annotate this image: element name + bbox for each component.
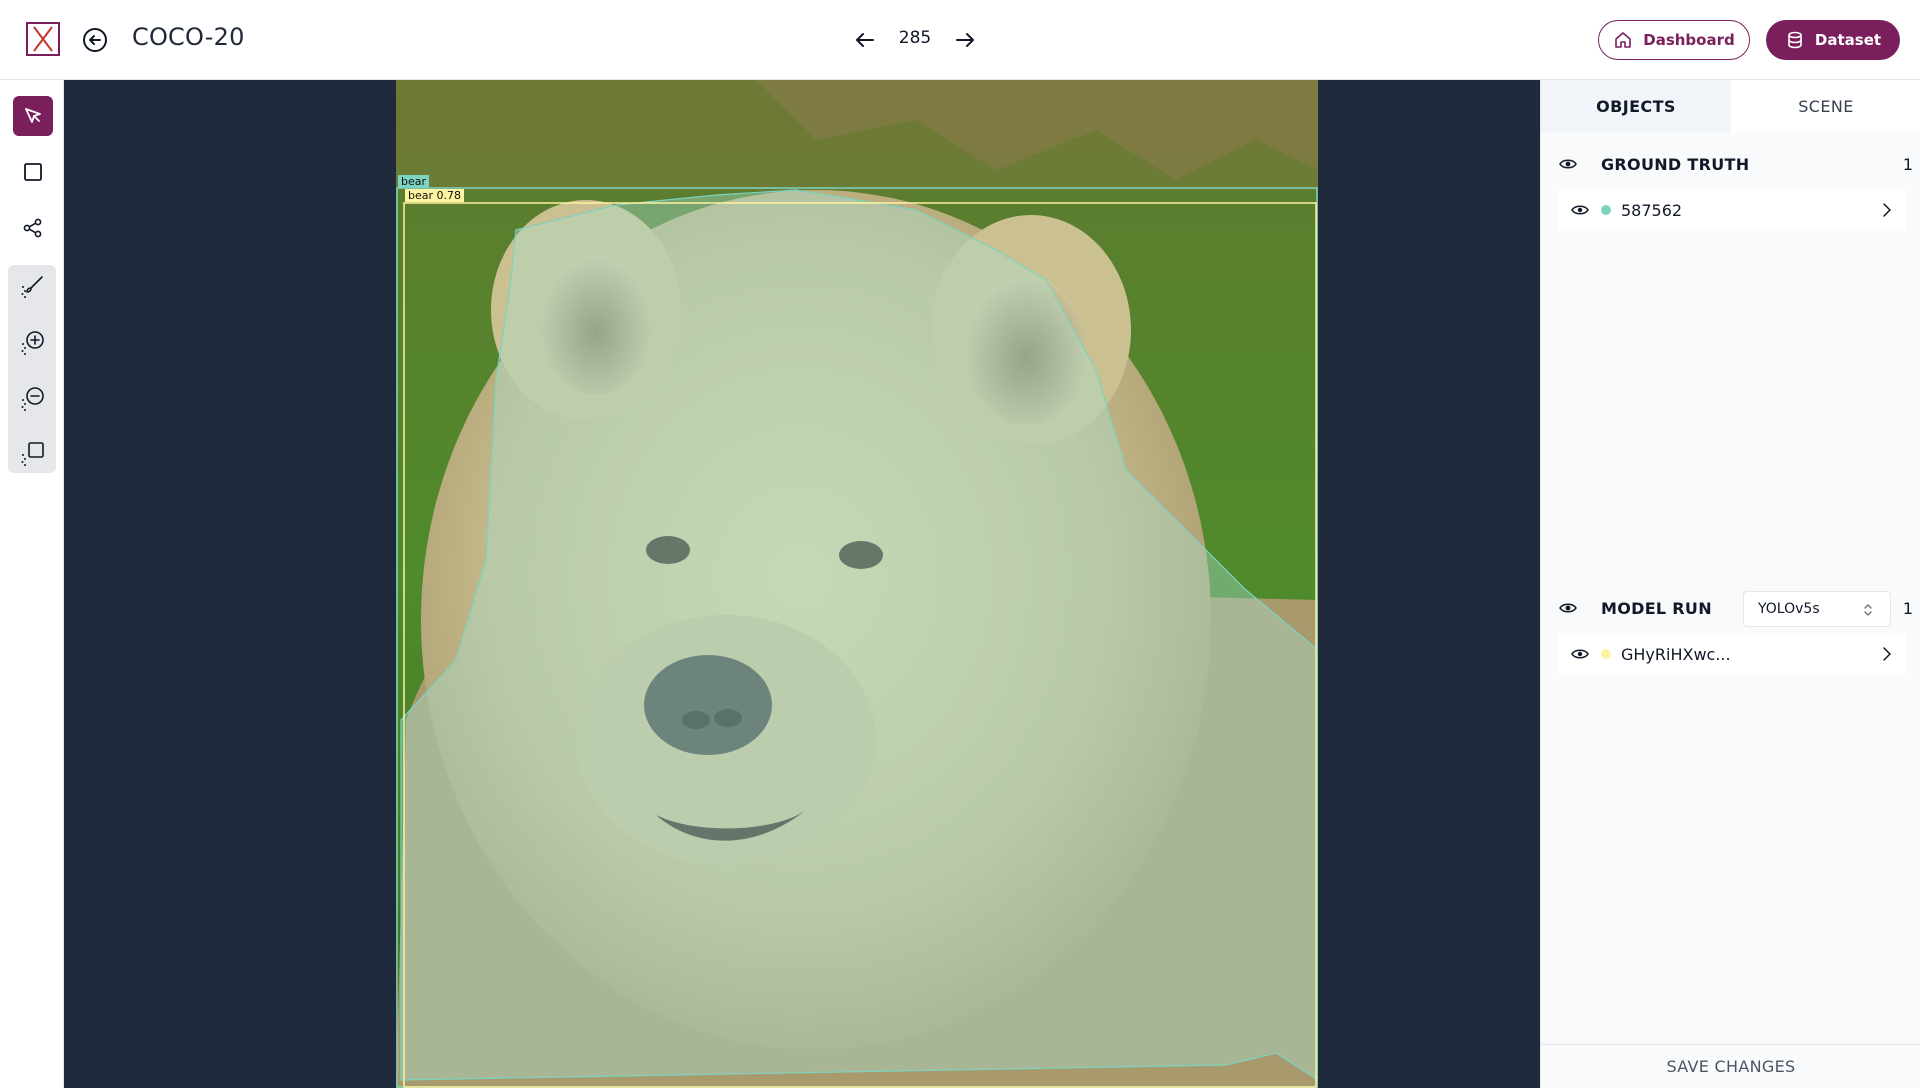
object-id-label: 587562 [1621, 201, 1683, 220]
object-id-label: GHyRiHXwc... [1621, 645, 1731, 664]
ground-truth-visibility-eye-icon[interactable] [1559, 156, 1577, 172]
object-color-dot [1601, 205, 1611, 215]
cursor-arrow-icon [25, 108, 41, 123]
model-run-visibility-eye-icon[interactable] [1559, 600, 1577, 616]
bbox-tool-button[interactable] [13, 152, 53, 192]
tab-scene[interactable]: SCENE [1731, 80, 1920, 132]
model-run-title: MODEL RUN [1601, 599, 1712, 618]
chevron-right-icon [1883, 203, 1891, 217]
ground-truth-count: 1 [1902, 155, 1913, 174]
annotation-canvas[interactable]: bear bear 0.78 [64, 80, 1540, 1088]
model-run-count: 1 [1902, 599, 1913, 618]
next-image-arrow-icon[interactable] [952, 27, 978, 53]
pointer-tool-button[interactable] [13, 96, 53, 136]
dataset-title: COCO-20 [132, 23, 245, 51]
image-viewport[interactable]: bear bear 0.78 [396, 80, 1318, 1088]
object-color-dot [1601, 649, 1611, 659]
brush-tool-button[interactable] [13, 267, 53, 307]
ground-truth-bbox-label: bear [398, 175, 430, 188]
object-visibility-eye-icon[interactable] [1571, 203, 1589, 217]
chevron-up-down-icon [1864, 604, 1872, 616]
share-nodes-icon [23, 218, 42, 238]
database-icon [1788, 31, 1802, 49]
panel-tabs: OBJECTS SCENE [1541, 80, 1920, 132]
model-run-section: MODEL RUN YOLOv5s 1 [1541, 588, 1920, 628]
dashboard-button[interactable]: Dashboard [1598, 20, 1750, 60]
model-run-object-row[interactable]: GHyRiHXwc... [1557, 633, 1907, 675]
square-icon [24, 163, 42, 181]
magic-brush-icon [21, 276, 43, 298]
model-select-value: YOLOv5s [1758, 601, 1820, 617]
tab-objects[interactable]: OBJECTS [1541, 80, 1731, 132]
remove-region-tool-button[interactable] [13, 378, 53, 418]
chevron-right-icon [1883, 647, 1891, 661]
dataset-button-label: Dataset [1814, 31, 1882, 49]
app-logo-icon[interactable] [26, 22, 60, 56]
ground-truth-title: GROUND TRUTH [1601, 155, 1750, 174]
save-changes-button[interactable]: SAVE CHANGES [1541, 1044, 1920, 1088]
annotation-toolbar [0, 80, 64, 1088]
home-icon [1615, 32, 1632, 48]
top-bar: COCO-20 285 Dashboard Dataset [0, 0, 1920, 80]
add-region-tool-button[interactable] [13, 322, 53, 362]
objects-panel: OBJECTS SCENE GROUND TRUTH 1 587562 MODE… [1540, 80, 1920, 1088]
back-circle-icon[interactable] [82, 27, 108, 53]
ground-truth-section: GROUND TRUTH 1 [1541, 144, 1920, 184]
dataset-button[interactable]: Dataset [1766, 20, 1900, 60]
magic-box-tool-button[interactable] [13, 433, 53, 473]
object-visibility-eye-icon[interactable] [1571, 647, 1589, 661]
image-index: 285 [898, 28, 932, 48]
ground-truth-object-row[interactable]: 587562 [1557, 189, 1907, 231]
bear-photo [396, 80, 1318, 1088]
magic-plus-icon [21, 331, 44, 355]
model-select[interactable]: YOLOv5s [1743, 591, 1891, 627]
magic-square-icon [21, 442, 44, 466]
dashboard-button-label: Dashboard [1643, 31, 1735, 49]
magic-minus-icon [21, 387, 44, 411]
prediction-bbox-label: bear 0.78 [405, 189, 465, 202]
previous-image-arrow-icon[interactable] [852, 27, 878, 53]
keypoint-tool-button[interactable] [13, 208, 53, 248]
